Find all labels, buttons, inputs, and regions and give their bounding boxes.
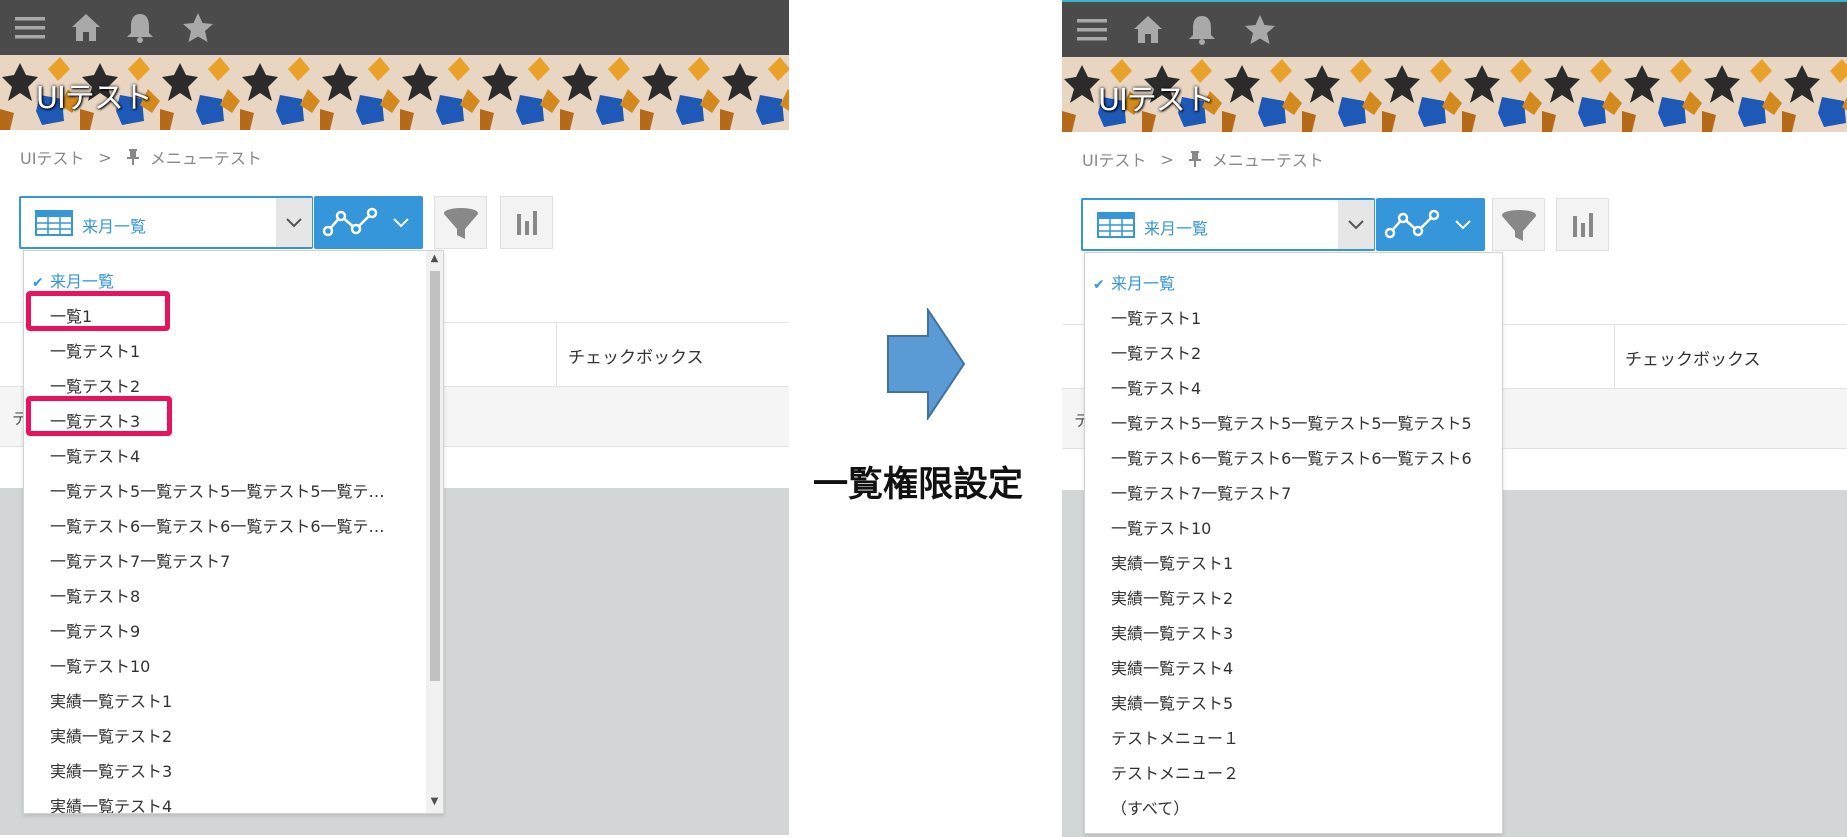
list-item[interactable]: 一覧テスト6一覧テスト6一覧テスト6一覧テスト6 [50, 512, 395, 542]
view-selector[interactable]: 来月一覧 [19, 196, 313, 249]
scroll-up-arrow[interactable]: ▲ [426, 253, 443, 264]
check-icon: ✔ [1093, 277, 1105, 293]
home-icon[interactable] [68, 10, 104, 46]
list-item[interactable]: 実績一覧テスト3 [1111, 619, 1496, 649]
graph-icon [1384, 209, 1471, 239]
list-item[interactable]: （すべて） [1111, 794, 1496, 824]
breadcrumb-root[interactable]: UIテスト [20, 145, 84, 169]
list-item[interactable]: 一覧テスト2 [1111, 339, 1496, 369]
list-item[interactable]: 実績一覧テスト1 [1111, 549, 1496, 579]
list-item[interactable]: 実績一覧テスト4 [50, 792, 410, 813]
graph-button[interactable] [1556, 198, 1609, 251]
dropdown-scrollbar[interactable]: ▲ ▼ [426, 251, 443, 813]
list-item[interactable]: 一覧テスト8 [50, 582, 410, 612]
list-item[interactable]: 実績一覧テスト3 [50, 757, 410, 787]
column-header-checkbox[interactable]: チェックボックス [1625, 345, 1761, 370]
highlight-box [26, 291, 170, 331]
check-icon: ✔ [32, 275, 44, 291]
bell-icon[interactable] [1184, 12, 1220, 48]
list-item[interactable]: 一覧テスト5一覧テスト5一覧テスト5一覧テスト5 [50, 477, 395, 507]
view-dropdown-list[interactable]: ✔ 来月一覧 一覧1 一覧テスト1 一覧テスト2 一覧テスト3 一覧テスト4 一… [23, 250, 444, 814]
breadcrumb-current: メニューテスト [1211, 151, 1324, 170]
list-item[interactable]: 一覧テスト10 [1111, 514, 1496, 544]
caption-text: 一覧権限設定 [812, 465, 1023, 505]
view-selector-caret[interactable] [1338, 200, 1374, 249]
list-item[interactable]: 一覧テスト7一覧テスト7 [50, 547, 410, 577]
chevron-down-icon [1348, 220, 1364, 230]
panel-after: UIテスト UIテスト > メニューテスト 来月一覧 チェックボックス テ ✔ … [1062, 0, 1847, 837]
list-item[interactable]: 一覧テスト5一覧テスト5一覧テスト5一覧テスト5 [1111, 409, 1496, 439]
column-header-checkbox[interactable]: チェックボックス [568, 343, 704, 368]
bell-icon[interactable] [122, 10, 158, 46]
table-icon [35, 210, 73, 236]
graph-selector[interactable] [1376, 198, 1485, 251]
graph-selector[interactable] [314, 196, 423, 249]
list-item[interactable]: 実績一覧テスト2 [1111, 584, 1496, 614]
view-selector[interactable]: 来月一覧 [1081, 198, 1375, 251]
star-icon[interactable] [1242, 12, 1278, 48]
top-nav-bar [1062, 2, 1847, 57]
panel-before: UIテスト UIテスト > メニューテスト 来月一覧 チェックボックス テ ✔ … [0, 0, 789, 835]
graph-icon [322, 207, 409, 237]
table-icon [1097, 212, 1135, 238]
list-item[interactable]: 一覧テスト4 [1111, 374, 1496, 404]
header-banner: UIテスト [0, 55, 789, 130]
breadcrumb: UIテスト > メニューテスト [1082, 147, 1324, 171]
bar-chart-icon [1573, 213, 1593, 237]
home-icon[interactable] [1130, 12, 1166, 48]
hamburger-icon[interactable] [12, 10, 48, 46]
scrollbar-thumb[interactable] [430, 271, 440, 681]
breadcrumb-current: メニューテスト [149, 149, 262, 168]
list-item[interactable]: 実績一覧テスト1 [50, 687, 410, 717]
breadcrumb-separator: > [98, 147, 112, 167]
list-item[interactable]: 一覧テスト9 [50, 617, 410, 647]
breadcrumb-root[interactable]: UIテスト [1082, 147, 1146, 171]
list-item[interactable]: 一覧テスト4 [50, 442, 410, 472]
top-nav-bar [0, 0, 789, 55]
filter-button[interactable] [434, 196, 487, 249]
chevron-down-icon [286, 218, 302, 228]
filter-icon [444, 208, 478, 239]
list-item[interactable]: 一覧テスト6一覧テスト6一覧テスト6一覧テスト6 [1111, 444, 1496, 474]
app-title: UIテスト [1098, 83, 1215, 118]
list-item[interactable]: 一覧テスト10 [50, 652, 410, 682]
app-title: UIテスト [36, 81, 153, 116]
list-item[interactable]: テストメニュー１ [1111, 724, 1496, 754]
hamburger-icon[interactable] [1074, 12, 1110, 48]
star-icon[interactable] [180, 10, 216, 46]
filter-button[interactable] [1492, 198, 1545, 251]
list-item[interactable]: 実績一覧テスト5 [1111, 689, 1496, 719]
header-banner: UIテスト [1062, 57, 1847, 132]
breadcrumb: UIテスト > メニューテスト [20, 145, 262, 169]
view-selector-label: 来月一覧 [82, 217, 147, 236]
graph-button[interactable] [500, 196, 553, 249]
scroll-down-arrow[interactable]: ▼ [426, 796, 443, 807]
pin-icon [1188, 151, 1201, 167]
highlight-box [26, 396, 172, 436]
list-item[interactable]: テストメニュー２ [1111, 759, 1496, 789]
list-item[interactable]: 一覧テスト1 [1111, 304, 1496, 334]
filter-icon [1502, 210, 1536, 241]
view-selector-caret[interactable] [276, 198, 312, 247]
breadcrumb-separator: > [1160, 149, 1174, 169]
list-item[interactable]: 来月一覧 [1111, 269, 1496, 299]
right-arrow-icon [887, 308, 966, 420]
list-item[interactable]: 実績一覧テスト4 [1111, 654, 1496, 684]
list-item[interactable]: 実績一覧テスト2 [50, 722, 410, 752]
view-dropdown-list[interactable]: ✔ 来月一覧 一覧テスト1 一覧テスト2 一覧テスト4 一覧テスト5一覧テスト5… [1084, 252, 1503, 834]
bar-chart-icon [517, 211, 537, 235]
view-selector-label: 来月一覧 [1144, 219, 1209, 238]
list-item[interactable]: 一覧テスト7一覧テスト7 [1111, 479, 1496, 509]
list-item[interactable]: 一覧テスト1 [50, 337, 410, 367]
pin-icon [126, 149, 139, 165]
